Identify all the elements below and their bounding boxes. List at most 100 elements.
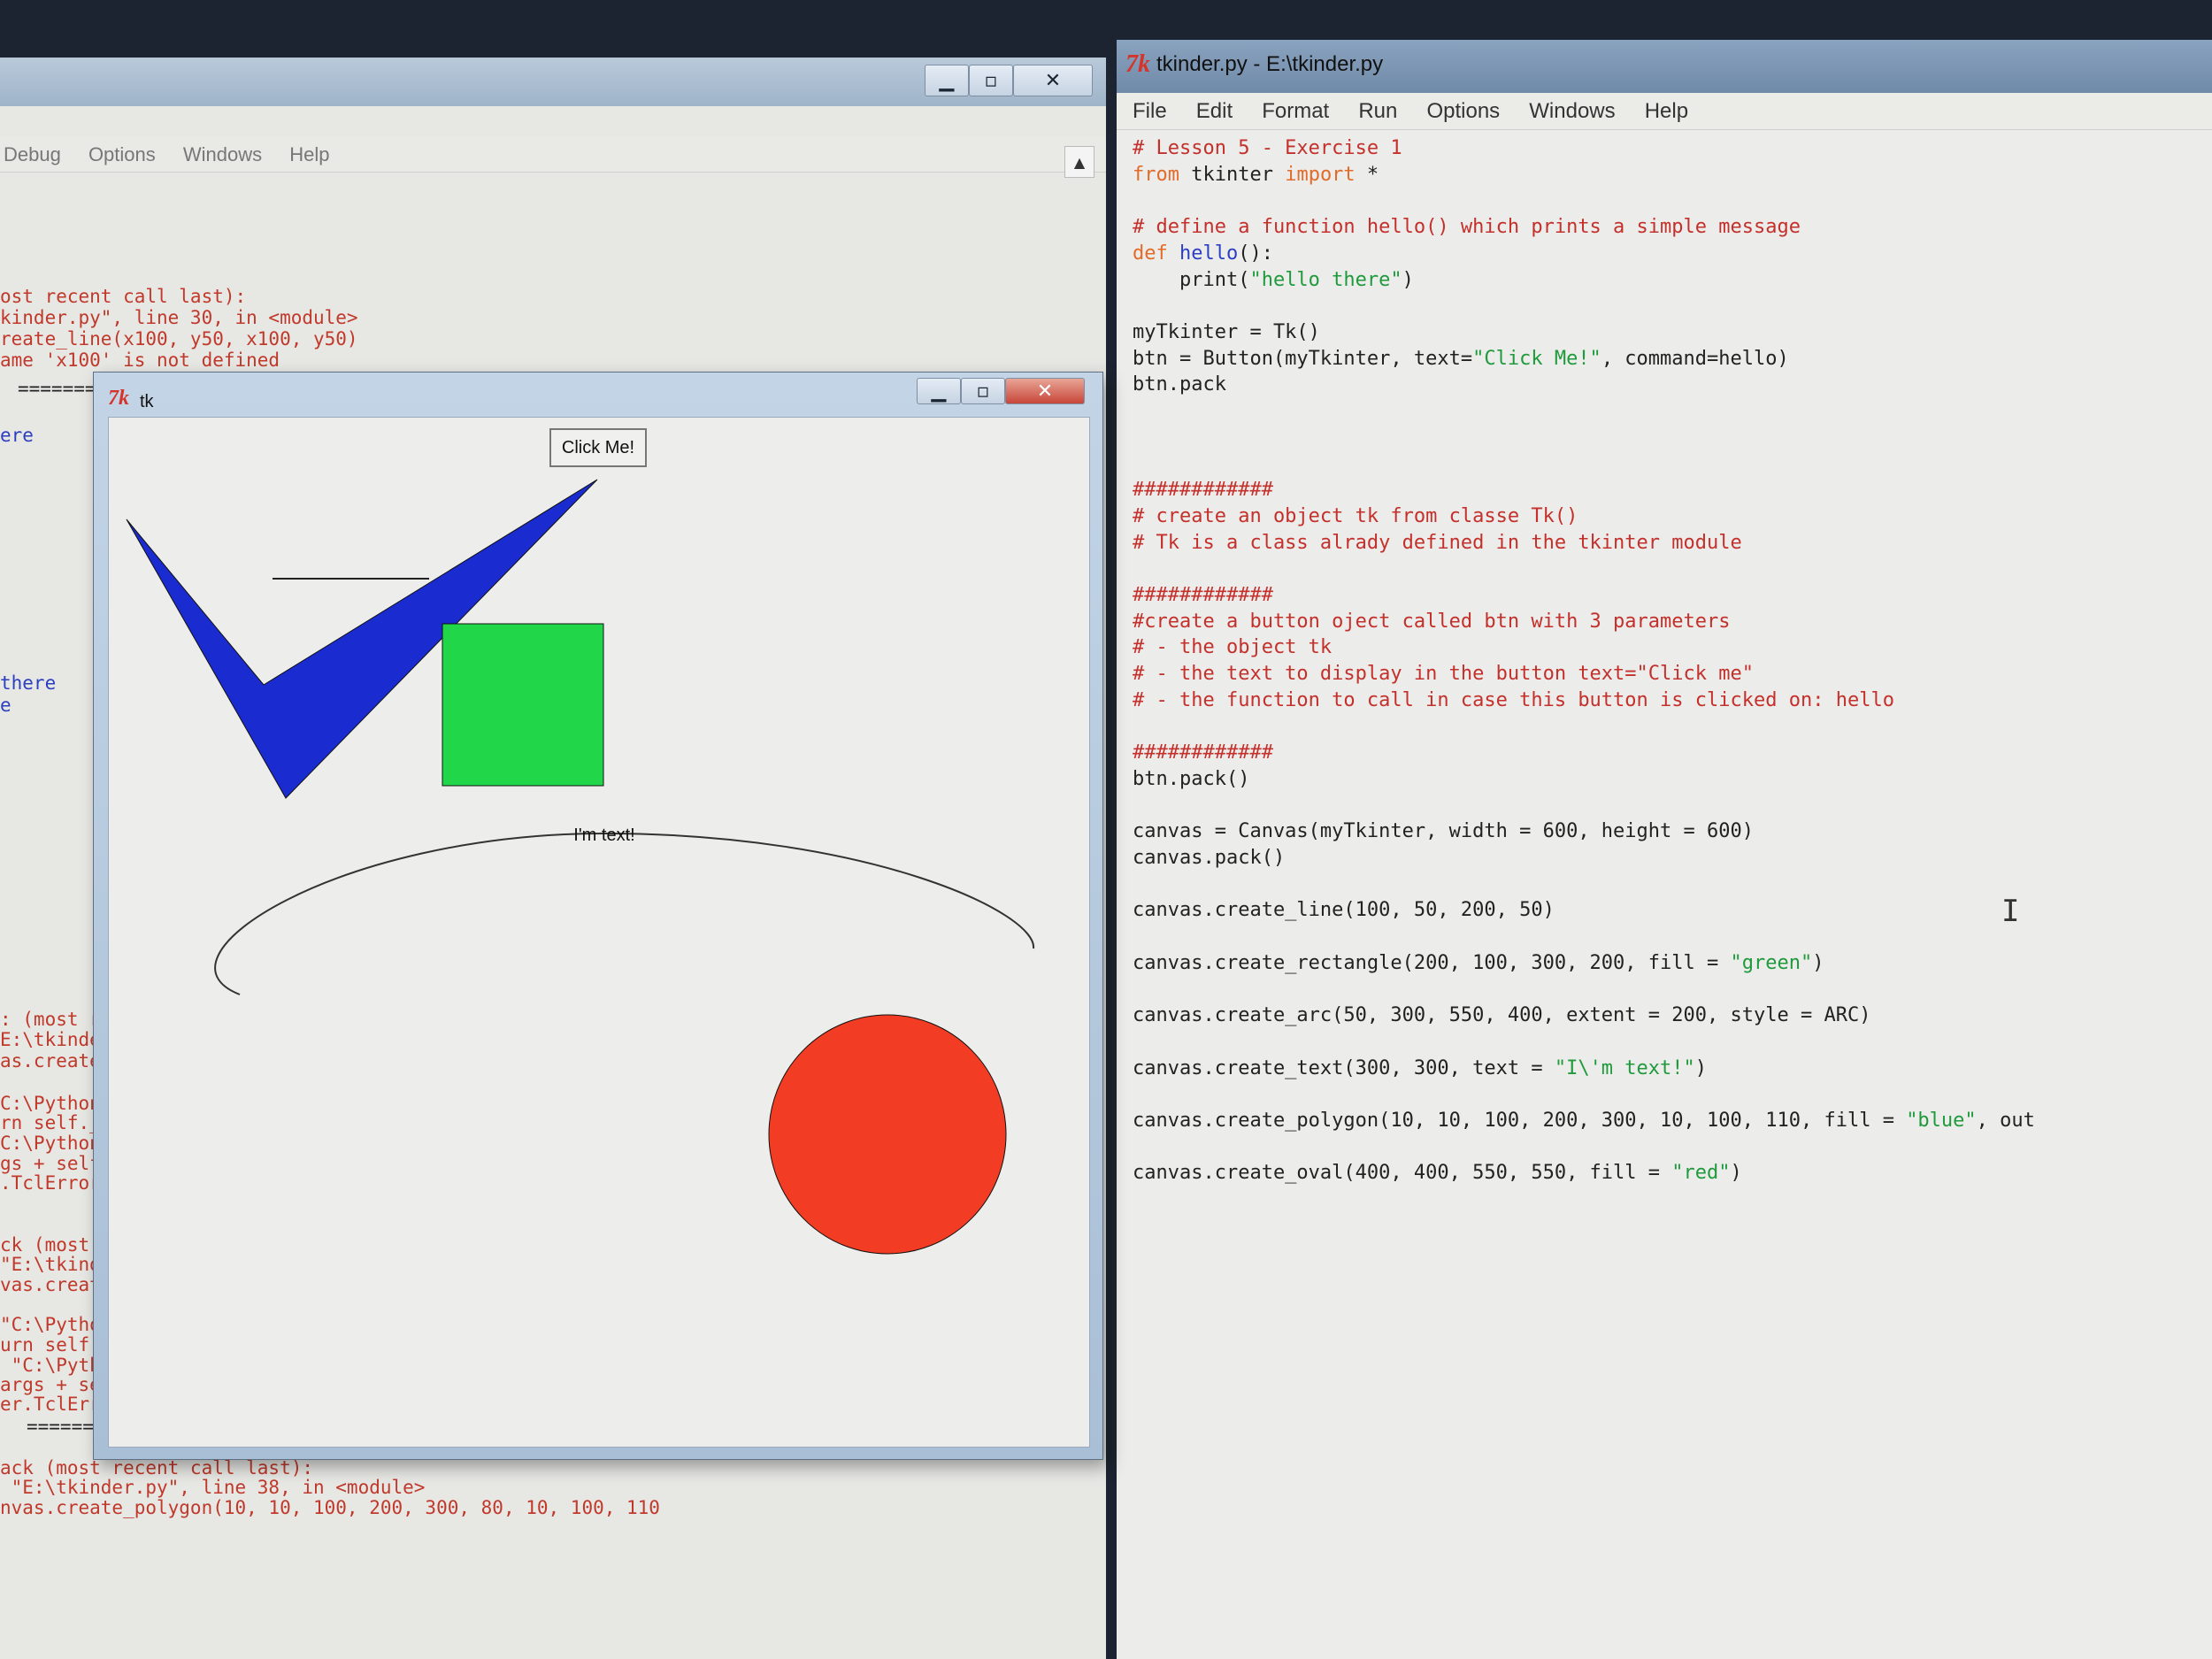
tk-logo-icon: 7k <box>1125 50 1150 78</box>
code-line: canvas.create_line(100, 50, 200, 50) <box>1133 899 1555 921</box>
code-line: # - the text to display in the button te… <box>1133 663 1754 685</box>
editor-menu-help[interactable]: Help <box>1645 99 1688 123</box>
editor-titlebar: 7k tkinder.py - E:\tkinder.py <box>1117 40 2212 93</box>
shell-output-line: reate_line(x100, y50, x100, y50) <box>0 328 358 349</box>
tk-window-logo-icon: 7k <box>108 387 129 410</box>
code-line: # define a function hello() which prints… <box>1133 216 1801 238</box>
code-token: canvas.create_text(300, 300, text = <box>1133 1056 1555 1079</box>
code-token: # - the object tk <box>1133 636 1333 659</box>
canvas-arc <box>214 832 1035 995</box>
code-token: ############ <box>1133 479 1273 502</box>
code-line: canvas.create_arc(50, 300, 550, 400, ext… <box>1133 1004 1870 1026</box>
shell-close-button[interactable]: ✕ <box>1013 65 1093 96</box>
code-line: myTkinter = Tk() <box>1133 321 1320 343</box>
editor-menu-options[interactable]: Options <box>1426 99 1500 123</box>
code-token: ############ <box>1133 583 1273 606</box>
code-token: # Tk is a class alrady defined in the tk… <box>1133 531 1742 554</box>
tk-close-button[interactable]: ✕ <box>1005 378 1085 404</box>
shell-menubar: Debug Options Windows Help <box>0 137 1106 173</box>
code-token: canvas.create_rectangle(200, 100, 300, 2… <box>1133 951 1731 974</box>
code-line: # - the object tk <box>1133 636 1332 658</box>
code-token: ) <box>1730 1162 1742 1185</box>
editor-menubar: File Edit Format Run Options Windows Hel… <box>1117 93 2212 130</box>
code-token: "green" <box>1730 951 1813 974</box>
editor-menu-run[interactable]: Run <box>1358 99 1397 123</box>
editor-menu-format[interactable]: Format <box>1262 99 1329 123</box>
code-token: * <box>1355 163 1379 186</box>
code-token: ############ <box>1133 741 1273 764</box>
code-token: canvas.create_line(100, 50, 200, 50) <box>1133 899 1555 922</box>
code-token: , out <box>1976 1109 2035 1132</box>
code-line: canvas.pack() <box>1133 847 1285 869</box>
tk-canvas: I'm text! <box>126 479 1035 1255</box>
code-token: canvas.create_polygon(10, 10, 100, 200, … <box>1133 1109 1907 1132</box>
code-token: canvas.create_oval(400, 400, 550, 550, f… <box>1133 1162 1672 1185</box>
code-line: from tkinter import * <box>1133 164 1379 186</box>
code-line: canvas.create_rectangle(200, 100, 300, 2… <box>1133 952 1824 974</box>
code-token: ) <box>1694 1056 1708 1079</box>
code-token: import <box>1285 163 1356 186</box>
code-line: print("hello there") <box>1133 269 1414 291</box>
code-token: btn.pack <box>1133 373 1226 396</box>
shell-output-line: ack (most recent call last): <box>0 1457 314 1479</box>
code-token: #create a button oject called btn with 3… <box>1133 610 1731 633</box>
code-line: def hello(): <box>1133 242 1273 265</box>
code-token: "Click Me!" <box>1472 347 1601 370</box>
code-token: tkinter <box>1179 163 1286 186</box>
code-line: canvas.create_text(300, 300, text = "I\'… <box>1133 1057 1707 1079</box>
code-token: # - the text to display in the button te… <box>1133 663 1754 685</box>
code-line: # create an object tk from classe Tk() <box>1133 505 1578 527</box>
code-token: canvas = Canvas(myTkinter, width = 600, … <box>1133 820 1754 843</box>
code-line: canvas.create_polygon(10, 10, 100, 200, … <box>1133 1110 2035 1132</box>
shell-menu-options[interactable]: Options <box>88 143 156 165</box>
editor-menu-file[interactable]: File <box>1133 99 1167 123</box>
code-line: ############ <box>1133 479 1273 501</box>
code-line: #create a button oject called btn with 3… <box>1133 611 1731 633</box>
code-line: btn = Button(myTkinter, text="Click Me!"… <box>1133 348 1789 370</box>
shell-output-line: ost recent call last): <box>0 286 247 307</box>
code-token: from <box>1133 163 1179 186</box>
code-token: "I\'m text!" <box>1554 1056 1695 1079</box>
code-line: btn.pack() <box>1133 768 1249 790</box>
code-line: canvas.create_oval(400, 400, 550, 550, f… <box>1133 1162 1742 1184</box>
editor-window: 7k tkinder.py - E:\tkinder.py File Edit … <box>1117 40 2212 1659</box>
code-line: ############ <box>1133 584 1273 606</box>
canvas-text: I'm text! <box>573 826 634 845</box>
shell-output-line: ere <box>0 425 34 446</box>
code-line: ############ <box>1133 741 1273 764</box>
text-cursor-ibeam-icon: I <box>2001 894 2020 929</box>
editor-menu-edit[interactable]: Edit <box>1196 99 1233 123</box>
code-line: # - the function to call in case this bu… <box>1133 689 1894 711</box>
code-line: btn.pack <box>1133 373 1226 396</box>
tk-window-title: tk <box>140 392 154 411</box>
code-token: btn = Button(myTkinter, text= <box>1133 347 1473 370</box>
shell-titlebar: ▁ ▫ ✕ <box>0 58 1106 106</box>
shell-maximize-button[interactable]: ▫ <box>969 65 1013 96</box>
shell-menu-debug[interactable]: Debug <box>4 143 61 165</box>
code-token: canvas.create_arc(50, 300, 550, 400, ext… <box>1133 1004 1871 1027</box>
code-token: (): <box>1238 242 1273 265</box>
shell-minimize-button[interactable]: ▁ <box>925 65 969 96</box>
code-editor[interactable]: # Lesson 5 - Exercise 1 from tkinter impo… <box>1133 137 2203 1641</box>
code-token: canvas.pack() <box>1133 846 1286 869</box>
shell-output-line: nvas.create_polygon(10, 10, 100, 200, 30… <box>0 1497 660 1518</box>
code-token: ) <box>1402 268 1414 291</box>
code-line: # Tk is a class alrady defined in the tk… <box>1133 532 1742 554</box>
code-token: # - the function to call in case this bu… <box>1133 688 1894 711</box>
code-token: "red" <box>1671 1162 1731 1185</box>
code-token: # define a function hello() which prints… <box>1133 216 1801 239</box>
tk-minimize-button[interactable]: ▁ <box>917 378 961 404</box>
tk-maximize-button[interactable]: ▫ <box>961 378 1005 404</box>
code-token: myTkinter = Tk() <box>1133 320 1320 343</box>
editor-menu-windows[interactable]: Windows <box>1529 99 1615 123</box>
code-token: "blue" <box>1906 1109 1977 1132</box>
shell-output-line: "E:\tkinder.py", line 38, in <module> <box>0 1477 426 1498</box>
tk-client-area: Click Me! I'm text! <box>108 417 1090 1448</box>
shell-menu-help[interactable]: Help <box>289 143 329 165</box>
shell-menu-windows[interactable]: Windows <box>183 143 262 165</box>
tk-window: 7k tk ▁ ▫ ✕ Click Me! I'm text! <box>93 372 1103 1460</box>
shell-output-line: kinder.py", line 30, in <module> <box>0 307 358 328</box>
code-token: "hello there" <box>1249 268 1402 291</box>
code-token: ) <box>1812 951 1824 974</box>
